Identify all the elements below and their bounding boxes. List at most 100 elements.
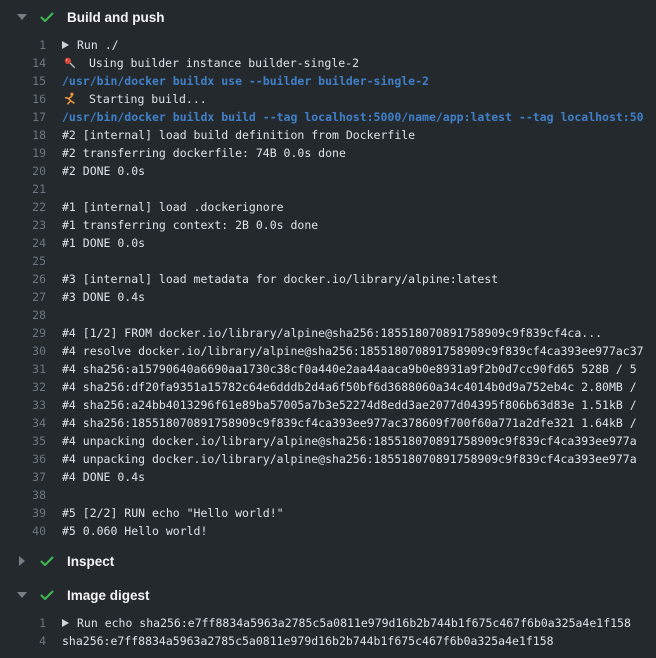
log-line: 40 #5 0.060 Hello world! — [0, 522, 656, 540]
log-line: 22 #1 [internal] load .dockerignore — [0, 198, 656, 216]
log-text: sha256:e7ff8834a5963a2785c5a0811e979d16b… — [62, 634, 554, 648]
group-title: Build and push — [67, 10, 165, 25]
line-number[interactable]: 29 — [0, 326, 46, 340]
log-line-text: Run echo sha256:e7ff8834a5963a2785c5a081… — [62, 616, 631, 630]
log-line-text: #5 0.060 Hello world! — [62, 524, 207, 538]
line-number[interactable]: 20 — [0, 164, 46, 178]
log-line-text: #4 resolve docker.io/library/alpine@sha2… — [62, 344, 644, 358]
pushpin-icon — [62, 55, 78, 71]
log-group-inspect: Inspect — [0, 544, 656, 578]
log-line: 32 #4 sha256:df20fa9351a15782c64e6dddb2d4… — [0, 378, 656, 396]
log-line: 1 Run echo sha256:e7ff8834a5963a2785c5a08… — [0, 614, 656, 632]
line-number[interactable]: 27 — [0, 290, 46, 304]
log-line: 16Starting build... — [0, 90, 656, 108]
log-text: #1 [internal] load .dockerignore — [62, 200, 284, 214]
chevron-right-icon — [17, 556, 27, 566]
log-line: 28 — [0, 306, 656, 324]
chevron-down-icon — [17, 592, 27, 598]
run-expander-icon[interactable] — [62, 619, 69, 627]
log-text: #1 DONE 0.0s — [62, 236, 145, 250]
line-number[interactable]: 15 — [0, 74, 46, 88]
log-line: 29 #4 [1/2] FROM docker.io/library/alpine… — [0, 324, 656, 342]
log-line-text: #5 [2/2] RUN echo "Hello world!" — [62, 506, 284, 520]
log-line: 27 #3 DONE 0.4s — [0, 288, 656, 306]
log-line: 21 — [0, 180, 656, 198]
log-line: 26 #3 [internal] load metadata for docker… — [0, 270, 656, 288]
log-lines: 1 Run echo sha256:e7ff8834a5963a2785c5a08… — [0, 612, 656, 654]
log-line-text: Run ./ — [62, 38, 119, 52]
group-header-inspect[interactable]: Inspect — [0, 544, 656, 578]
line-number[interactable]: 4 — [0, 634, 46, 648]
log-line: 24 #1 DONE 0.0s — [0, 234, 656, 252]
log-text: #4 resolve docker.io/library/alpine@sha2… — [62, 344, 644, 358]
line-number[interactable]: 37 — [0, 470, 46, 484]
log-line: 23 #1 transferring context: 2B 0.0s done — [0, 216, 656, 234]
chevron-down-icon — [17, 14, 27, 20]
line-number[interactable]: 24 — [0, 236, 46, 250]
log-line-text: #4 sha256:a15790640a6690aa1730c38cf0a440… — [62, 362, 637, 376]
log-text: #4 sha256:a24bb4013296f61e89ba57005a7b3e… — [62, 398, 637, 412]
line-number[interactable]: 16 — [0, 92, 46, 106]
line-number[interactable]: 31 — [0, 362, 46, 376]
line-number[interactable]: 19 — [0, 146, 46, 160]
log-line: 36 #4 unpacking docker.io/library/alpine@… — [0, 450, 656, 468]
log-line-text: /usr/bin/docker buildx build --tag local… — [62, 110, 644, 124]
line-number[interactable]: 38 — [0, 488, 46, 502]
log-text: #4 unpacking docker.io/library/alpine@sh… — [62, 452, 637, 466]
line-number[interactable]: 33 — [0, 398, 46, 412]
line-number[interactable]: 39 — [0, 506, 46, 520]
log-text: #4 sha256:df20fa9351a15782c64e6dddb2d4a6… — [62, 380, 637, 394]
line-number[interactable]: 40 — [0, 524, 46, 538]
log-lines: 1 Run ./ 14 Using builder instance builder-… — [0, 34, 656, 544]
line-number[interactable]: 1 — [0, 38, 46, 52]
line-number[interactable]: 35 — [0, 434, 46, 448]
log-line-text: #3 DONE 0.4s — [62, 290, 145, 304]
log-line-text: #2 [internal] load build definition from… — [62, 128, 415, 142]
log-line-text: #1 DONE 0.0s — [62, 236, 145, 250]
log-line-text: sha256:e7ff8834a5963a2785c5a0811e979d16b… — [62, 634, 554, 648]
log-text: #5 0.060 Hello world! — [62, 524, 207, 538]
log-line-text: #4 DONE 0.4s — [62, 470, 145, 484]
runner-icon — [62, 91, 78, 107]
group-title: Inspect — [67, 554, 114, 569]
line-number[interactable]: 30 — [0, 344, 46, 358]
log-line: 19 #2 transferring dockerfile: 74B 0.0s d… — [0, 144, 656, 162]
line-number[interactable]: 18 — [0, 128, 46, 142]
success-check-icon — [39, 553, 55, 569]
group-header-build-and-push[interactable]: Build and push — [0, 0, 656, 34]
log-line-text: /usr/bin/docker buildx use --builder bui… — [62, 74, 429, 88]
line-number[interactable]: 25 — [0, 254, 46, 268]
log-text: /usr/bin/docker buildx build --tag local… — [62, 110, 644, 124]
log-line: 15/usr/bin/docker buildx use --builder b… — [0, 72, 656, 90]
group-title: Image digest — [67, 588, 150, 603]
line-number[interactable]: 36 — [0, 452, 46, 466]
log-line-text: #4 sha256:185518070891758909c9f839cf4ca3… — [62, 416, 637, 430]
log-text: #4 DONE 0.4s — [62, 470, 145, 484]
log-line: 37 #4 DONE 0.4s — [0, 468, 656, 486]
log-text: #4 [1/2] FROM docker.io/library/alpine@s… — [62, 326, 602, 340]
line-number[interactable]: 17 — [0, 110, 46, 124]
log-text: #2 transferring dockerfile: 74B 0.0s don… — [62, 146, 346, 160]
line-number[interactable]: 32 — [0, 380, 46, 394]
log-line: 25 — [0, 252, 656, 270]
log-line: 17/usr/bin/docker buildx build --tag loc… — [0, 108, 656, 126]
log-line-text: #4 sha256:a24bb4013296f61e89ba57005a7b3e… — [62, 398, 637, 412]
log-line: 18 #2 [internal] load build definition fr… — [0, 126, 656, 144]
log-line: 31 #4 sha256:a15790640a6690aa1730c38cf0a4… — [0, 360, 656, 378]
log-line-text: #4 unpacking docker.io/library/alpine@sh… — [62, 434, 637, 448]
line-number[interactable]: 28 — [0, 308, 46, 322]
line-number[interactable]: 22 — [0, 200, 46, 214]
log-line-text: Using builder instance builder-single-2 — [62, 55, 359, 71]
log-text: Run ./ — [77, 38, 119, 52]
group-header-image-digest[interactable]: Image digest — [0, 578, 656, 612]
line-number[interactable]: 26 — [0, 272, 46, 286]
line-number[interactable]: 21 — [0, 182, 46, 196]
line-number[interactable]: 23 — [0, 218, 46, 232]
log-text: /usr/bin/docker buildx use --builder bui… — [62, 74, 429, 88]
line-number[interactable]: 14 — [0, 56, 46, 70]
line-number[interactable]: 1 — [0, 616, 46, 630]
log-text: #1 transferring context: 2B 0.0s done — [62, 218, 318, 232]
run-expander-icon[interactable] — [62, 41, 69, 49]
line-number[interactable]: 34 — [0, 416, 46, 430]
log-text: #3 [internal] load metadata for docker.i… — [62, 272, 498, 286]
